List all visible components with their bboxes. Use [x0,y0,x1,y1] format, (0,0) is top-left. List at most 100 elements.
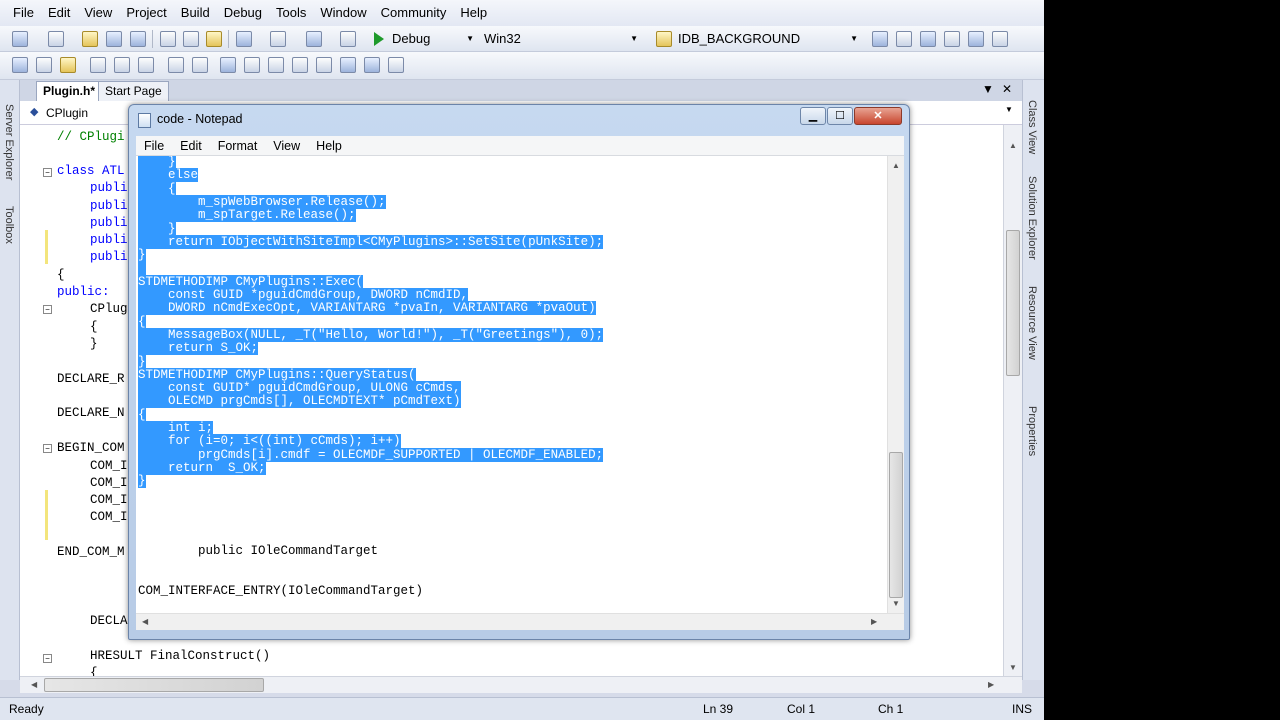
solution-platform-select[interactable]: Win32 ▼ [480,29,642,49]
resource-view-tab[interactable]: Resource View [1026,286,1038,360]
previous-bookmark-in-document-icon[interactable] [340,57,356,73]
selection-highlight: const GUID* pguidCmdGroup, ULONG cCmds, [138,381,461,396]
selection-highlight: m_spWebBrowser.Release(); [138,194,386,209]
solution-explorer-tab[interactable]: Solution Explorer [1026,176,1038,260]
fold-toggle-icon[interactable]: − [43,168,52,177]
properties-window-icon[interactable] [896,31,912,47]
solution-config-select[interactable]: Debug ▼ [388,29,478,49]
copy-icon[interactable] [183,31,199,47]
notepad-menu-edit[interactable]: Edit [172,139,210,153]
menu-edit[interactable]: Edit [41,0,77,26]
menu-debug[interactable]: Debug [217,0,269,26]
fold-toggle-icon[interactable]: − [43,444,52,453]
next-bookmark-icon[interactable] [268,57,284,73]
display-quick-info-icon[interactable] [60,57,76,73]
selection-highlight: } [138,156,176,169]
open-file-icon[interactable] [82,31,98,47]
display-object-member-list-icon[interactable] [12,57,28,73]
find-combo[interactable]: IDB_BACKGROUND ▼ [674,29,862,49]
toolbox-tab[interactable]: Toolbox [3,206,15,244]
previous-bookmark-icon[interactable] [244,57,260,73]
class-select[interactable]: CPlugin [46,106,88,120]
new-project-icon[interactable] [12,31,28,47]
navigate-forward-icon[interactable] [340,31,356,47]
scroll-down-arrow-icon[interactable]: ▼ [892,599,900,608]
toolbar-options-icon[interactable] [992,31,1008,47]
redo-icon[interactable] [270,31,286,47]
navigate-back-icon[interactable] [306,31,322,47]
toolbox-icon[interactable] [944,31,960,47]
next-bookmark-in-document-icon[interactable] [364,57,380,73]
menu-project[interactable]: Project [119,0,173,26]
undo-icon[interactable] [236,31,252,47]
menu-build[interactable]: Build [174,0,217,26]
code-line: COM_I [90,459,128,473]
notepad-vertical-scrollbar[interactable]: ▲ ▼ [887,156,904,613]
find-in-files-icon[interactable] [656,31,672,47]
editor-vertical-scrollbar[interactable]: ▲ ▼ [1003,125,1022,676]
scroll-down-arrow-icon[interactable]: ▼ [1009,663,1017,672]
previous-bookmark-in-folder-icon[interactable] [292,57,308,73]
minimize-button[interactable]: ▁ [800,107,826,125]
scroll-left-arrow-icon[interactable]: ◀ [31,680,37,689]
properties-tab[interactable]: Properties [1026,406,1038,456]
close-button[interactable]: ✕ [854,107,902,125]
menu-view[interactable]: View [77,0,119,26]
scroll-up-arrow-icon[interactable]: ▲ [892,161,900,170]
scroll-left-arrow-icon[interactable]: ◀ [142,617,148,626]
scroll-thumb[interactable] [1006,230,1020,376]
tab-plugin-h[interactable]: Plugin.h* [36,81,102,101]
object-browser-icon[interactable] [920,31,936,47]
comment-lines-icon[interactable] [168,57,184,73]
fold-toggle-icon[interactable]: − [43,654,52,663]
tab-start-page[interactable]: Start Page [98,81,169,101]
save-icon[interactable] [106,31,122,47]
server-explorer-tab[interactable]: Server Explorer [3,104,15,180]
notepad-horizontal-scrollbar[interactable]: ◀ ▶ [136,613,904,630]
notepad-menu-help[interactable]: Help [308,139,350,153]
scroll-right-arrow-icon[interactable]: ▶ [871,617,877,626]
fold-toggle-icon[interactable]: − [43,305,52,314]
increase-indent-icon[interactable] [138,57,154,73]
scroll-thumb[interactable] [889,452,903,598]
maximize-button[interactable]: ☐ [827,107,853,125]
display-parameter-info-icon[interactable] [36,57,52,73]
class-view-tab[interactable]: Class View [1026,100,1038,154]
editor-horizontal-scrollbar[interactable]: ◀ ▶ [20,676,1022,693]
notepad-window[interactable]: code - Notepad ▁ ☐ ✕ File Edit Format Vi… [128,104,910,640]
code-line: publi [90,233,128,247]
cut-icon[interactable] [160,31,176,47]
toggle-bookmark-icon[interactable] [220,57,236,73]
scroll-right-arrow-icon[interactable]: ▶ [988,680,994,689]
member-select-arrow-icon[interactable]: ▼ [1005,105,1013,114]
selection-highlight: else [138,168,199,183]
selected-text-line: m_spTarget.Release(); [138,208,356,223]
add-item-icon[interactable] [48,31,64,47]
close-tab-icon[interactable]: ✕ [1002,82,1012,96]
notepad-menu-format[interactable]: Format [210,139,266,153]
selected-text-line: else [138,168,199,183]
display-word-completion-icon[interactable] [90,57,106,73]
start-page-icon[interactable] [968,31,984,47]
menu-file[interactable]: File [6,0,41,26]
status-bar: Ready Ln 39 Col 1 Ch 1 INS [0,697,1044,720]
menu-community[interactable]: Community [374,0,454,26]
uncomment-lines-icon[interactable] [192,57,208,73]
menu-help[interactable]: Help [453,0,494,26]
notepad-menu-view[interactable]: View [265,139,308,153]
decrease-indent-icon[interactable] [114,57,130,73]
tab-list-icon[interactable]: ▼ [982,82,994,96]
scroll-up-arrow-icon[interactable]: ▲ [1009,141,1017,150]
scroll-thumb[interactable] [44,678,264,692]
menu-window[interactable]: Window [313,0,373,26]
selected-text-line: int i; [138,421,214,435]
clear-bookmarks-icon[interactable] [388,57,404,73]
paste-icon[interactable] [206,31,222,47]
notepad-menu-file[interactable]: File [136,139,172,153]
solution-explorer-icon[interactable] [872,31,888,47]
next-bookmark-in-folder-icon[interactable] [316,57,332,73]
menu-tools[interactable]: Tools [269,0,313,26]
save-all-icon[interactable] [130,31,146,47]
notepad-text-area[interactable]: public IOleCommandTarget COM_INTERFACE_E… [136,156,887,613]
start-debugging-icon[interactable] [374,32,384,46]
